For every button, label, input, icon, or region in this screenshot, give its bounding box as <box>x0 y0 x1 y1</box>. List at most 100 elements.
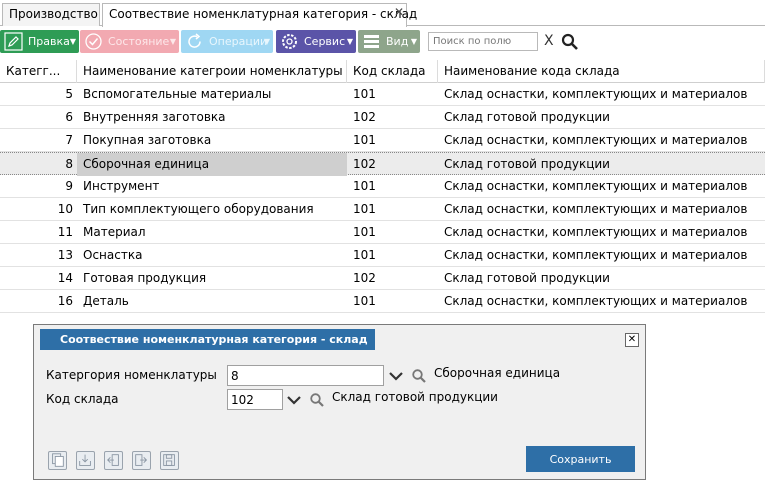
table-row[interactable]: 5 Вспомогательные материалы 101 Склад ос… <box>0 83 765 106</box>
servis-button[interactable]: Сервис ▼ <box>276 30 356 53</box>
cell-code: 101 <box>353 179 376 193</box>
pravka-button[interactable]: Правка ▼ <box>0 30 79 53</box>
cell-code: 101 <box>353 294 376 308</box>
cell-name: Инструмент <box>83 179 160 193</box>
cell-name: Деталь <box>83 294 129 308</box>
caret-down-icon: ▼ <box>346 37 353 46</box>
cell-name: Оснастка <box>83 248 143 262</box>
table-row-selected[interactable]: 8 Сборочная единица 102 Склад готовой пр… <box>0 152 765 176</box>
cell-id: 11 <box>57 225 73 239</box>
previous-icon[interactable] <box>104 451 123 470</box>
table-row[interactable]: 6 Внутренняя заготовка 102 Склад готовой… <box>0 106 765 129</box>
cell-name: Материал <box>83 225 146 239</box>
cell-code: 102 <box>353 157 376 171</box>
chevron-down-icon[interactable] <box>388 368 404 384</box>
table-row[interactable]: 11 Материал 101 Склад оснастки, комплект… <box>0 221 765 244</box>
cell-id: 16 <box>57 294 73 308</box>
sostoyanie-label: Состояние <box>108 35 170 48</box>
tab-label: Производство <box>9 7 98 21</box>
gear-icon <box>282 34 297 49</box>
servis-label: Сервис <box>304 35 346 48</box>
warehouse-input[interactable] <box>227 389 283 410</box>
table-row[interactable]: 14 Готовая продукция 102 Склад готовой п… <box>0 267 765 290</box>
tab-label: Соотвествие номенклатурная категория - с… <box>109 7 418 21</box>
next-icon[interactable] <box>132 451 151 470</box>
cell-id: 5 <box>65 87 73 101</box>
cell-id: 6 <box>65 110 73 124</box>
cell-name: Тип комплектующего оборудования <box>83 202 314 216</box>
clear-search-button[interactable]: X <box>544 33 554 49</box>
cell-warehouse: Склад готовой продукции <box>444 157 610 171</box>
cell-name: Внутренняя заготовка <box>83 110 226 124</box>
data-grid: Категг... Наименование категроии номенкл… <box>0 60 765 313</box>
warehouse-name-value: Склад готовой продукции <box>332 390 498 404</box>
cell-code: 101 <box>353 202 376 216</box>
cell-id: 13 <box>57 248 73 262</box>
cell-warehouse: Склад оснастки, комплектующих и материал… <box>444 225 748 239</box>
cell-warehouse: Склад оснастки, комплектующих и материал… <box>444 179 748 193</box>
table-row[interactable]: 13 Оснастка 101 Склад оснастки, комплект… <box>0 244 765 267</box>
cell-name: Вспомогательные материалы <box>83 87 272 101</box>
cell-id: 8 <box>65 157 73 171</box>
chevron-down-icon[interactable] <box>286 392 302 408</box>
edit-dialog: Соотвествие номенклатурная категория - с… <box>33 324 646 480</box>
caret-down-icon: ▼ <box>169 37 176 46</box>
cell-code: 101 <box>353 225 376 239</box>
cell-code: 102 <box>353 110 376 124</box>
caret-down-icon: ▼ <box>69 37 76 46</box>
column-header-warehouse-code[interactable]: Код склада <box>347 60 438 83</box>
operacii-label: Операции <box>209 35 268 48</box>
cell-name: Готовая продукция <box>83 271 207 285</box>
column-header-category[interactable]: Категг... <box>0 60 77 83</box>
category-name-value: Сборочная единица <box>434 366 561 380</box>
cell-name: Покупная заготовка <box>83 133 212 147</box>
cell-warehouse: Склад оснастки, комплектующих и материал… <box>444 202 748 216</box>
list-view-icon <box>364 35 379 48</box>
search-input[interactable] <box>428 32 538 51</box>
search-icon[interactable] <box>309 392 325 408</box>
category-label: Катергория номенклатуры <box>46 368 217 382</box>
cell-code: 102 <box>353 271 376 285</box>
cell-warehouse: Склад оснастки, комплектующих и материал… <box>444 294 748 308</box>
column-header-warehouse-name[interactable]: Наименование кода склада <box>438 60 765 83</box>
dialog-close-button[interactable]: ✕ <box>625 333 639 347</box>
tab-proizvodstvo[interactable]: Производство <box>2 3 100 26</box>
tab-close-icon[interactable]: ✕ <box>394 2 404 23</box>
cell-warehouse: Склад готовой продукции <box>444 110 610 124</box>
pencil-icon <box>4 32 23 51</box>
cell-id: 7 <box>65 133 73 147</box>
copy-icon[interactable] <box>48 451 67 470</box>
table-row[interactable]: 7 Покупная заготовка 101 Склад оснастки,… <box>0 129 765 152</box>
refresh-icon <box>188 33 201 48</box>
save-disk-icon[interactable] <box>160 451 179 470</box>
vid-label: Вид <box>386 35 409 48</box>
warehouse-label: Код склада <box>46 392 119 406</box>
grid-header: Категг... Наименование категроии номенкл… <box>0 60 765 83</box>
column-header-category-name[interactable]: Наименование категроии номенклатуры <box>77 60 347 83</box>
cell-code: 101 <box>353 248 376 262</box>
search-icon[interactable] <box>561 33 579 51</box>
table-row[interactable]: 10 Тип комплектующего оборудования 101 С… <box>0 198 765 221</box>
cell-id: 9 <box>65 179 73 193</box>
sostoyanie-button[interactable]: Состояние ▼ <box>80 30 179 53</box>
toolbar: Правка ▼ Состояние ▼ Операции ▼ Сервис ▼ <box>0 28 765 56</box>
table-row[interactable]: 16 Деталь 101 Склад оснастки, комплектую… <box>0 290 765 313</box>
cell-name: Сборочная единица <box>77 153 347 176</box>
operacii-button[interactable]: Операции ▼ <box>181 30 273 53</box>
tab-bar: Производство Соотвествие номенклатурная … <box>0 0 765 27</box>
save-button[interactable]: Сохранить <box>526 446 635 472</box>
dialog-title: Соотвествие номенклатурная категория - с… <box>40 329 375 350</box>
cell-warehouse: Склад оснастки, комплектующих и материал… <box>444 133 748 147</box>
table-row[interactable]: 9 Инструмент 101 Склад оснастки, комплек… <box>0 175 765 198</box>
cell-id: 14 <box>57 271 73 285</box>
tab-sootvetstvie[interactable]: Соотвествие номенклатурная категория - с… <box>102 2 417 27</box>
cell-warehouse: Склад готовой продукции <box>444 271 610 285</box>
cell-code: 101 <box>353 133 376 147</box>
cell-warehouse: Склад оснастки, комплектующих и материал… <box>444 87 748 101</box>
import-icon[interactable] <box>76 451 95 470</box>
check-circle-icon <box>85 33 102 50</box>
search-icon[interactable] <box>411 368 427 384</box>
caret-down-icon: ▼ <box>410 37 417 46</box>
category-input[interactable] <box>227 365 384 386</box>
vid-button[interactable]: Вид ▼ <box>358 30 420 53</box>
